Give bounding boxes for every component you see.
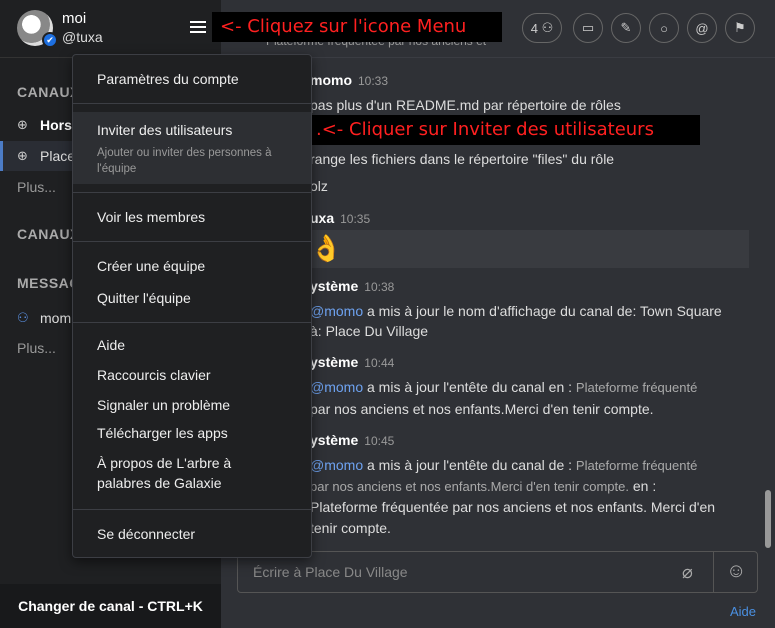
system-message: @momo a mis à jour le nom d'affichage du… [310,303,722,319]
section-channels: CANAUX [17,84,80,100]
attachment-icon[interactable]: ⌀ [682,562,693,583]
menu-item-invite-hint: Ajouter ou inviter des personnes à l'équ… [97,147,272,175]
sidebar-more-messages[interactable]: Plus... [17,340,56,356]
sidebar-more-channels[interactable]: Plus... [17,179,56,195]
menu-divider [73,241,311,242]
message-text: olz [310,178,328,194]
annotation-menu: <- Cliquez sur l'icone Menu [212,12,502,42]
system-message: @momo a mis à jour l'entête du canal de … [310,457,698,473]
system-message: @momo a mis à jour l'entête du canal en … [310,379,698,395]
message-text: pas plus d'un README.md par répertoire d… [310,97,621,113]
mentions-icon[interactable]: @ [687,13,717,43]
system-message-line: par nos anciens et nos enfants.Merci d'e… [310,401,654,417]
message-header: ystème 10:38 [310,278,395,294]
video-call-icon[interactable]: ▭ [573,13,603,43]
pin-icon[interactable]: ✎ [611,13,641,43]
search-icon[interactable]: ○ [649,13,679,43]
menu-divider [73,192,311,193]
system-message-line: tenir compte. [310,520,391,536]
message-input[interactable]: Écrire à Place Du Village ⌀ ☺ [237,551,758,593]
members-button[interactable]: 4 ⚇ [522,13,562,43]
divider [713,552,714,592]
menu-item-report-problem[interactable]: Signaler un problème [73,397,311,413]
annotation-invite: .<- Cliquer sur Inviter des utilisateurs [310,115,700,145]
message-text: range les fichiers dans le répertoire "f… [310,151,615,167]
help-link[interactable]: Aide [730,604,756,619]
scrollbar[interactable] [765,490,771,548]
menu-item-account-settings[interactable]: Paramètres du compte [73,71,311,87]
menu-item-view-members[interactable]: Voir les membres [73,209,311,225]
globe-icon: ⊕ [17,148,28,163]
message-input-placeholder: Écrire à Place Du Village [253,564,408,580]
message-header: uxa 10:35 [310,210,371,226]
flag-icon[interactable]: ⚑ [725,13,755,43]
user-name: moi [62,10,87,27]
main-menu-dropdown: Paramètres du compte Inviter des utilisa… [72,54,312,558]
system-message-line: par nos anciens et nos enfants.Merci d'e… [310,478,657,494]
menu-divider [73,103,311,104]
section-channels-2: CANAUX [17,226,80,242]
emoji-picker-icon[interactable]: ☺ [726,560,746,583]
user-icon: ⚇ [17,310,29,325]
message-header: ystème 10:45 [310,432,395,448]
menu-item-download-apps[interactable]: Télécharger les apps [73,425,311,441]
menu-item-logout[interactable]: Se déconnecter [73,526,311,542]
menu-divider [73,322,311,323]
system-message-line: Plateforme fréquentée par nos anciens et… [310,499,716,515]
message-header: momo 10:33 [310,72,389,88]
menu-item-help[interactable]: Aide [73,337,311,353]
menu-item-leave-team[interactable]: Quitter l'équipe [73,290,311,306]
user-handle: @tuxa [62,29,103,45]
ok-hand-emoji: 👌 [310,233,343,263]
members-icon: ⚇ [541,20,554,35]
hamburger-menu-icon[interactable] [188,18,208,38]
menu-divider [73,509,311,510]
menu-item-create-team[interactable]: Créer une équipe [73,258,311,274]
sidebar-header: ✔ moi @tuxa [0,0,221,58]
system-message-line: à: Place Du Village [310,323,429,339]
menu-item-about[interactable]: À propos de L'arbre à palabres de Galaxi… [73,455,311,491]
globe-icon: ⊕ [17,117,28,132]
channel-switcher[interactable]: Changer de canal - CTRL+K [0,584,221,628]
verified-badge-icon: ✔ [42,32,58,48]
message-header: ystème 10:44 [310,354,395,370]
menu-item-keyboard-shortcuts[interactable]: Raccourcis clavier [73,367,311,383]
